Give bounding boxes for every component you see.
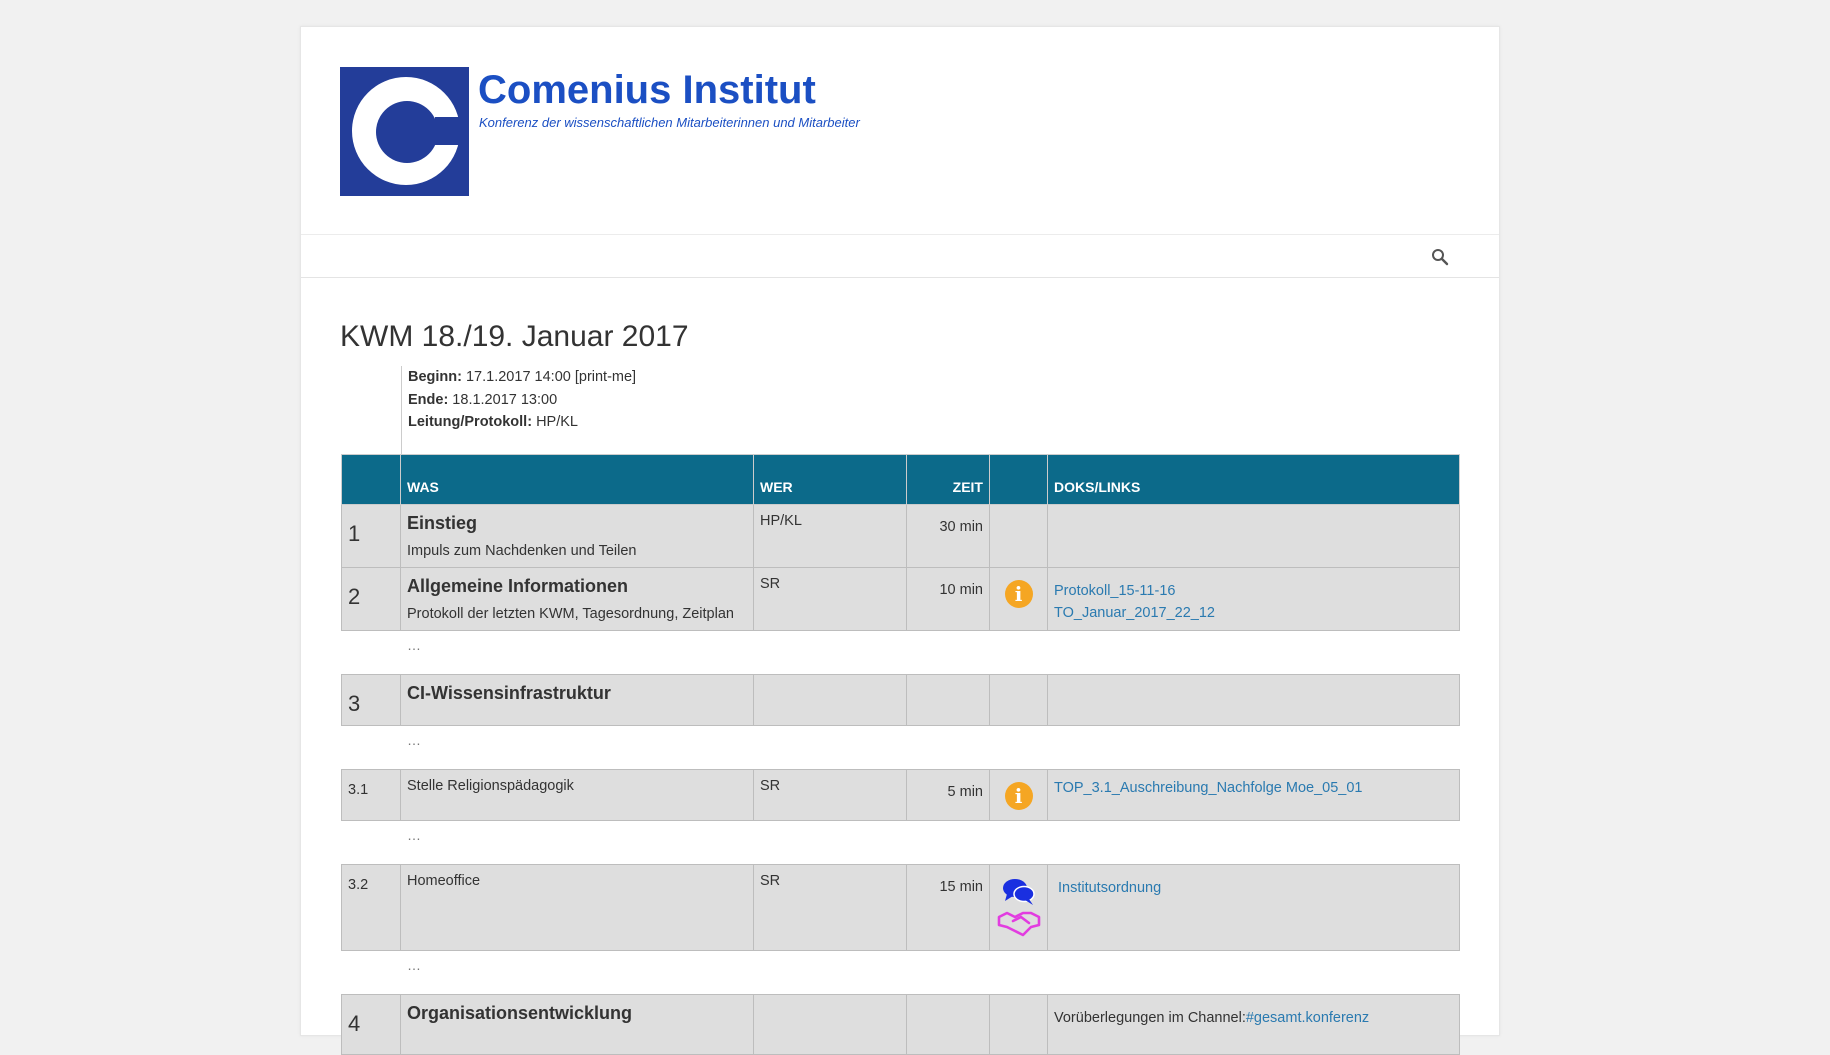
site-header: Comenius Institut Konferenz der wissensc… [301,27,1499,234]
row-zeit: 15 min [906,864,990,951]
ellipsis: … [400,820,1460,865]
header-wer: WER [753,454,907,505]
table-row: 4 Organisationsentwicklung Vorüberlegung… [341,994,1460,1055]
agenda-table: WAS WER ZEIT DOKS/LINKS 1 Einstieg Impul… [341,454,1460,1055]
row-doks: Vorüberlegungen im Channel:#gesamt.konfe… [1047,994,1460,1055]
row-zeit: 5 min [906,769,990,821]
row-num: 4 [341,994,401,1055]
doks-text: Vorüberlegungen im Channel:#gesamt.konfe… [1054,1010,1370,1026]
row-icon [989,504,1048,568]
row-wer [753,674,907,726]
row-wer: HP/KL [753,504,907,568]
header-doks: DOKS/LINKS [1047,454,1460,505]
row-doks [1047,674,1460,726]
site-title[interactable]: Comenius Institut [478,68,816,113]
handshake-icon[interactable] [997,909,1041,937]
row-num: 3.2 [341,864,401,951]
table-header-row: WAS WER ZEIT DOKS/LINKS [341,454,1460,505]
chat-bubbles-icon[interactable] [1001,877,1037,907]
row-doks [1047,504,1460,568]
item-subtitle: Impuls zum Nachdenken und Teilen [407,543,637,559]
row-zeit [906,674,990,726]
row-was: Organisationsentwicklung [400,994,754,1055]
row-doks: Protokoll_15-11-16 TO_Januar_2017_22_12 [1047,567,1460,631]
gap-row: … [341,630,1460,675]
meta-leitung: Leitung/Protokoll: HP/KL [408,414,578,430]
doc-link[interactable]: TO_Januar_2017_22_12 [1054,602,1453,624]
row-icon [989,994,1048,1055]
row-zeit: 10 min [906,567,990,631]
page-title: KWM 18./19. Januar 2017 [340,320,689,353]
row-num: 1 [341,504,401,568]
row-zeit: 30 min [906,504,990,568]
row-was: Allgemeine Informationen Protokoll der l… [400,567,754,631]
row-num: 2 [341,567,401,631]
info-icon[interactable]: i [1004,782,1033,810]
meta-beginn: Beginn: 17.1.2017 14:00 [print-me] [408,369,637,385]
header-zeit: ZEIT [906,454,990,505]
row-doks: Institutsordnung [1047,864,1460,951]
main-navigation [301,234,1499,278]
gap-row: … [341,820,1460,865]
meeting-meta: Beginn: 17.1.2017 14:00 [print-me] Ende:… [401,366,636,454]
table-row: 1 Einstieg Impuls zum Nachdenken und Tei… [341,504,1460,568]
header-was: WAS [400,454,754,505]
row-zeit [906,994,990,1055]
search-icon[interactable] [1431,248,1449,266]
row-was: Einstieg Impuls zum Nachdenken und Teile… [400,504,754,568]
table-row: 3.2 Homeoffice SR 15 min Institutsordnun… [341,864,1460,951]
site-logo[interactable] [340,67,469,196]
ellipsis: … [400,630,1460,675]
item-title: Einstieg [407,513,478,533]
gap-row: … [341,725,1460,770]
doc-link[interactable]: TOP_3.1_Auschreibung_Nachfolge Moe_05_01 [1054,777,1453,799]
row-icon [989,674,1048,726]
row-num: 3.1 [341,769,401,821]
row-icon [989,864,1048,951]
ellipsis: … [400,950,1460,995]
table-row: 3.1 Stelle Religionspädagogik SR 5 min i… [341,769,1460,821]
meta-ende: Ende: 18.1.2017 13:00 [408,391,558,408]
item-subtitle: Protokoll der letzten KWM, Tagesordnung,… [407,606,734,622]
row-was: Homeoffice [400,864,754,951]
item-title: Organisationsentwicklung [407,1003,633,1023]
row-icon: i [989,567,1048,631]
table-row: 2 Allgemeine Informationen Protokoll der… [341,567,1460,631]
row-wer: SR [753,567,907,631]
row-wer: SR [753,864,907,951]
header-num [341,454,401,505]
row-icon: i [989,769,1048,821]
table-row: 3 CI-Wissensinfrastruktur [341,674,1460,726]
page-container: Comenius Institut Konferenz der wissensc… [300,26,1500,1055]
info-icon[interactable]: i [1004,580,1033,608]
channel-link[interactable]: #gesamt.konferenz [1246,1010,1369,1026]
doc-link[interactable]: Institutsordnung [1058,877,1453,899]
row-wer: SR [753,769,907,821]
row-was: Stelle Religionspädagogik [400,769,754,821]
ellipsis: … [400,725,1460,770]
doc-link[interactable]: Protokoll_15-11-16 [1054,580,1453,602]
row-num: 3 [341,674,401,726]
row-was: CI-Wissensinfrastruktur [400,674,754,726]
gap-row: … [341,950,1460,995]
header-icon [989,454,1048,505]
item-title: Allgemeine Informationen [407,576,629,596]
row-wer [753,994,907,1055]
row-doks: TOP_3.1_Auschreibung_Nachfolge Moe_05_01 [1047,769,1460,821]
item-title: CI-Wissensinfrastruktur [407,683,611,703]
site-description: Konferenz der wissenschaftlichen Mitarbe… [479,115,860,130]
